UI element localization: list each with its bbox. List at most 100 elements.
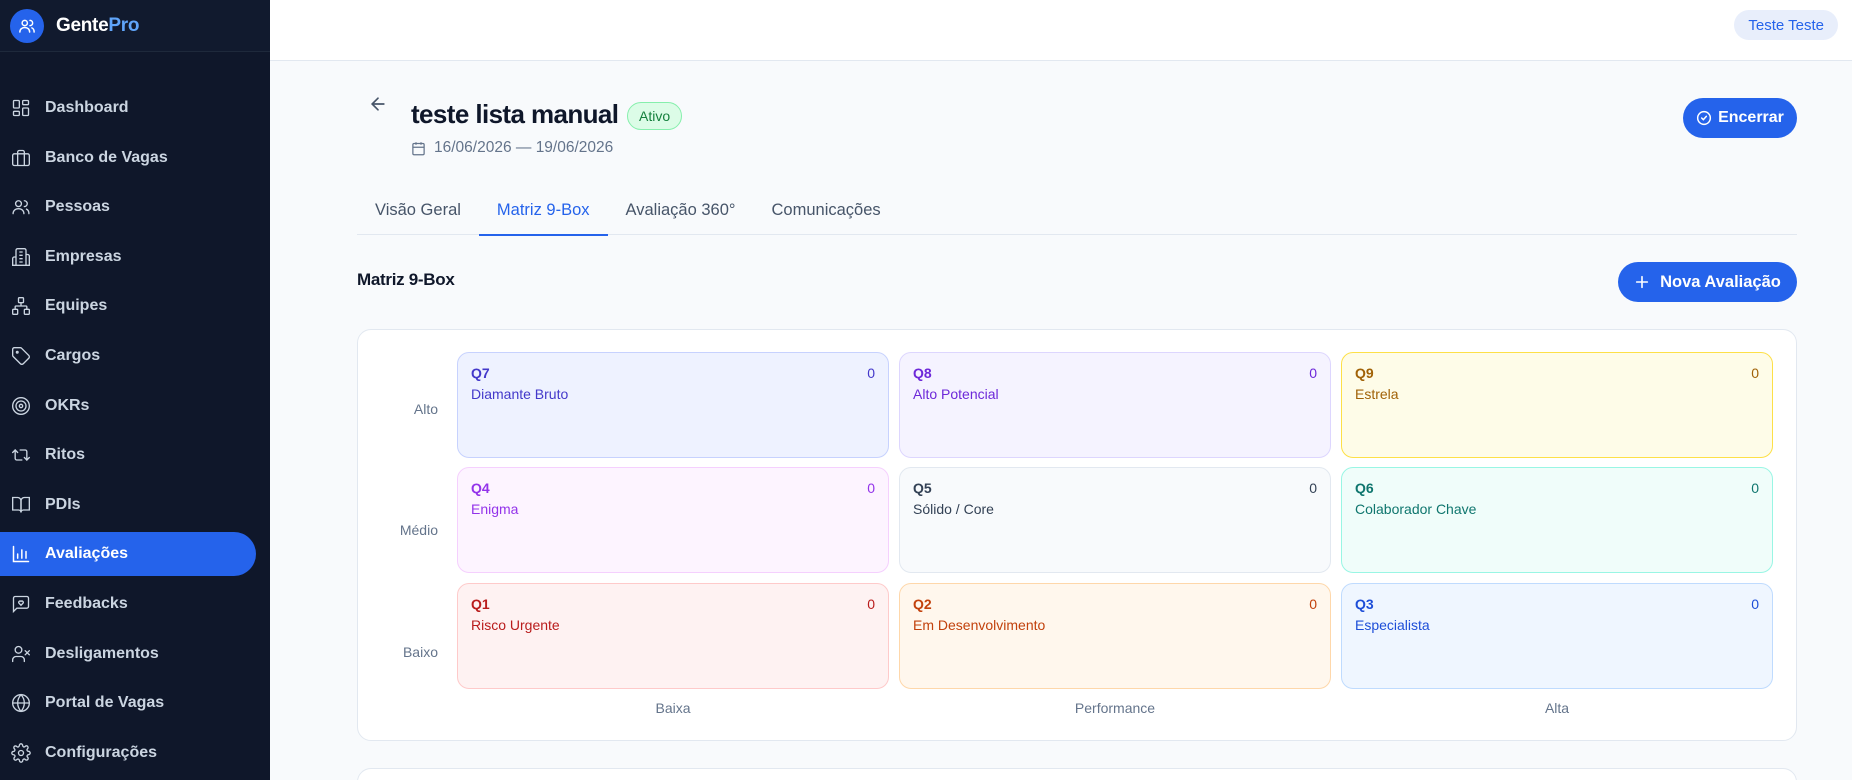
box-code: Q3 (1355, 596, 1374, 612)
box-q1[interactable]: Q1 Risco Urgente 0 (457, 583, 889, 689)
box-count: 0 (1309, 596, 1317, 612)
box-q5[interactable]: Q5 Sólido / Core 0 (899, 467, 1331, 573)
globe-icon (10, 692, 32, 714)
box-name: Diamante Bruto (471, 386, 569, 402)
gear-icon (10, 742, 32, 764)
repeat-icon (10, 444, 32, 466)
network-icon (10, 295, 32, 317)
nine-box-matrix: Alto Médio Baixo Q7 Diamante Bruto 0 Q8 … (357, 329, 1797, 741)
box-q3[interactable]: Q3 Especialista 0 (1341, 583, 1773, 689)
box-count: 0 (1751, 365, 1759, 381)
sidebar-item-ritos[interactable]: Ritos (0, 433, 256, 477)
sidebar-item-label: Ritos (45, 446, 85, 464)
box-q8[interactable]: Q8 Alto Potencial 0 (899, 352, 1331, 458)
sidebar-item-desligamentos[interactable]: Desligamentos (0, 632, 256, 676)
box-q2[interactable]: Q2 Em Desenvolvimento 0 (899, 583, 1331, 689)
user-x-icon (10, 643, 32, 665)
page-title: teste lista manual (411, 99, 619, 129)
sidebar-item-pdis[interactable]: PDIs (0, 483, 256, 527)
box-name: Em Desenvolvimento (913, 617, 1046, 633)
box-name: Estrela (1355, 386, 1399, 402)
box-code: Q8 (913, 365, 932, 381)
encerrar-button[interactable]: Encerrar (1683, 98, 1797, 138)
box-count: 0 (1751, 596, 1759, 612)
plus-icon (1634, 274, 1650, 290)
sidebar-item-label: Avaliações (45, 545, 129, 563)
sidebar-item-label: Portal de Vagas (45, 694, 165, 712)
book-icon (10, 494, 32, 516)
sidebar-item-configuracoes[interactable]: Configurações (0, 731, 256, 775)
box-code: Q9 (1355, 365, 1374, 381)
encerrar-label: Encerrar (1718, 109, 1784, 126)
sidebar-item-label: Banco de Vagas (45, 148, 168, 166)
sidebar: GentePro Dashboard Banco de Vagas Pessoa… (0, 0, 270, 780)
tab-comunicacoes[interactable]: Comunicações (754, 186, 899, 235)
calendar-icon (411, 141, 426, 156)
box-name: Risco Urgente (471, 617, 560, 633)
box-code: Q7 (471, 365, 490, 381)
box-q7[interactable]: Q7 Diamante Bruto 0 (457, 352, 889, 458)
tab-visao-geral[interactable]: Visão Geral (357, 186, 479, 235)
tab-matriz-9-box[interactable]: Matriz 9-Box (478, 186, 608, 236)
nova-avaliacao-label: Nova Avaliação (1660, 272, 1781, 291)
user-menu-button[interactable]: Teste Teste (1734, 10, 1838, 40)
section-title: Matriz 9-Box (357, 270, 455, 289)
row-label-baixo: Baixo (402, 644, 438, 660)
topbar: Teste Teste (270, 0, 1852, 61)
column-label-alta: Alta (1544, 700, 1570, 716)
sidebar-item-label: Empresas (45, 247, 122, 265)
brand[interactable]: GentePro (0, 0, 270, 52)
briefcase-icon (10, 147, 32, 169)
column-label-baixa: Baixa (655, 700, 691, 716)
sidebar-item-label: PDIs (45, 495, 81, 513)
bar-chart-icon (10, 543, 32, 565)
sidebar-item-portal-de-vagas[interactable]: Portal de Vagas (0, 681, 256, 725)
sidebar-item-label: OKRs (45, 396, 90, 414)
sidebar-item-dashboard[interactable]: Dashboard (0, 86, 256, 130)
box-code: Q6 (1355, 480, 1374, 496)
sidebar-item-label: Dashboard (45, 99, 129, 116)
sidebar-item-equipes[interactable]: Equipes (0, 284, 256, 328)
sidebar-item-pessoas[interactable]: Pessoas (0, 185, 256, 229)
nova-avaliacao-button[interactable]: Nova Avaliação (1618, 262, 1797, 302)
box-q6[interactable]: Q6 Colaborador Chave 0 (1341, 467, 1773, 573)
box-code: Q1 (471, 596, 490, 612)
building-icon (10, 246, 32, 268)
box-count: 0 (867, 596, 875, 612)
tab-bar: Visão Geral Matriz 9-Box Avaliação 360° … (357, 186, 1797, 236)
box-name: Especialista (1355, 617, 1430, 633)
target-icon (10, 395, 32, 417)
sidebar-item-empresas[interactable]: Empresas (0, 235, 256, 279)
date-range-text: 16/06/2026 — 19/06/2026 (434, 139, 614, 156)
box-name: Enigma (471, 501, 519, 517)
box-count: 0 (867, 365, 875, 381)
box-q9[interactable]: Q9 Estrela 0 (1341, 352, 1773, 458)
tab-avaliacao-360[interactable]: Avaliação 360° (608, 186, 754, 235)
sidebar-item-label: Feedbacks (45, 594, 128, 612)
sidebar-item-label: Equipes (45, 297, 108, 315)
back-button[interactable] (365, 91, 391, 117)
users-icon (10, 196, 32, 218)
sidebar-item-label: Configurações (45, 743, 158, 761)
box-q4[interactable]: Q4 Enigma 0 (457, 467, 889, 573)
row-label-medio: Médio (399, 522, 438, 538)
brand-name: GentePro (56, 14, 140, 36)
box-count: 0 (1309, 480, 1317, 496)
sidebar-item-cargos[interactable]: Cargos (0, 334, 256, 378)
sidebar-item-okrs[interactable]: OKRs (0, 384, 256, 428)
row-label-alto: Alto (413, 401, 438, 417)
sidebar-item-label: Desligamentos (45, 644, 159, 662)
next-section-card (357, 768, 1797, 780)
tag-icon (10, 345, 32, 367)
dashboard-icon (10, 97, 32, 119)
box-count: 0 (1751, 480, 1759, 496)
sidebar-item-avaliacoes[interactable]: Avaliações (0, 532, 256, 577)
sidebar-item-banco-de-vagas[interactable]: Banco de Vagas (0, 136, 256, 180)
status-badge: Ativo (627, 102, 683, 130)
box-count: 0 (867, 480, 875, 496)
sidebar-item-feedbacks[interactable]: Feedbacks (0, 582, 256, 626)
sidebar-item-label: Cargos (45, 346, 101, 364)
box-name: Alto Potencial (913, 386, 999, 402)
box-code: Q2 (913, 596, 932, 612)
message-heart-icon (10, 593, 32, 615)
